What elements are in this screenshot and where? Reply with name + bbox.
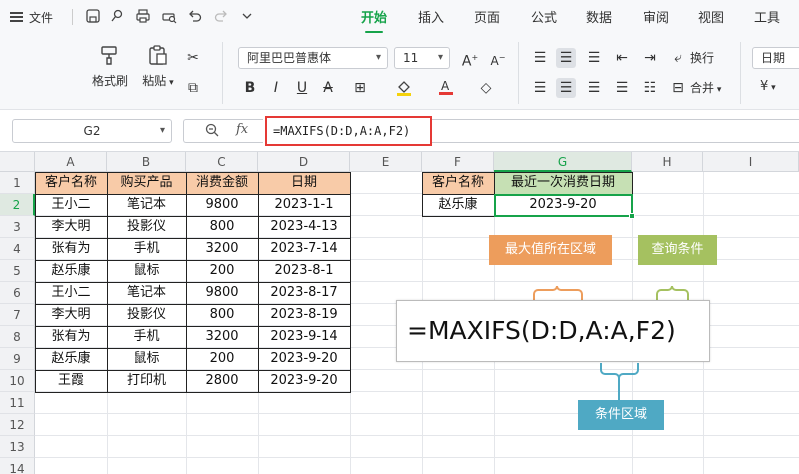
- print-preview-icon[interactable]: [160, 8, 178, 26]
- tab-formulas[interactable]: 公式: [531, 7, 557, 29]
- name-box-value: G2: [83, 124, 101, 138]
- indent-increase-icon[interactable]: ⇥: [640, 48, 660, 68]
- align-right-icon[interactable]: ☰: [584, 78, 604, 98]
- ribbon-divider: [222, 42, 223, 104]
- chevron-down-icon: ▾: [159, 125, 165, 136]
- borders-icon[interactable]: ⊞: [350, 78, 370, 98]
- criteria-callout: 查询条件: [638, 235, 717, 265]
- currency-button[interactable]: ¥ ▾: [760, 79, 776, 94]
- chevron-down-icon: ▾: [714, 85, 722, 95]
- tab-review[interactable]: 审阅: [643, 7, 669, 29]
- font-color-icon[interactable]: A: [436, 78, 456, 98]
- cut-icon[interactable]: ✂: [183, 48, 203, 68]
- file-menu-label: 文件: [29, 10, 54, 25]
- print-icon[interactable]: [134, 8, 152, 26]
- max-range-callout: 最大值所在区域: [489, 235, 612, 265]
- tab-data[interactable]: 数据: [586, 7, 612, 29]
- strikethrough-icon[interactable]: A: [318, 78, 338, 98]
- number-format-value: 日期: [761, 51, 786, 65]
- fx-icon[interactable]: fx: [236, 122, 248, 137]
- tab-home[interactable]: 开始: [361, 7, 387, 33]
- max-range-bracket: [533, 285, 583, 301]
- align-left-icon[interactable]: ☰: [530, 78, 550, 98]
- paste-button[interactable]: 粘贴 ▾: [138, 44, 178, 89]
- formula-bar: G2 ▾ fx =MAXIFS(D:D,A:A,F2): [0, 110, 799, 152]
- align-bottom-icon[interactable]: ☰: [584, 48, 604, 68]
- tab-insert[interactable]: 插入: [418, 7, 444, 29]
- font-size-select[interactable]: 11 ▾: [394, 47, 450, 69]
- chevron-down-icon: ▾: [768, 83, 776, 93]
- function-tools: fx: [183, 119, 263, 143]
- indent-decrease-icon[interactable]: ⇤: [612, 48, 632, 68]
- number-format-select[interactable]: 日期: [752, 47, 799, 69]
- menu-divider: [72, 9, 73, 25]
- wrap-text-icon[interactable]: ⤶: [668, 48, 688, 68]
- chevron-down-icon: ▾: [375, 52, 381, 63]
- font-name-value: 阿里巴巴普惠体: [247, 51, 332, 65]
- hamburger-icon: [10, 12, 23, 22]
- menu-bar: 文件 开始 插入 页面 公式 数据 审阅 视图 工具: [0, 0, 799, 34]
- annotation-formula: =MAXIFS(D:D,A:A,F2): [396, 300, 710, 362]
- more-icon[interactable]: [238, 8, 256, 26]
- wrap-text-label[interactable]: 换行: [690, 49, 714, 66]
- paste-label: 粘贴: [142, 74, 167, 88]
- redo-icon[interactable]: [212, 8, 230, 26]
- increase-font-icon[interactable]: A+: [460, 48, 480, 70]
- format-painter-icon: [101, 46, 117, 65]
- font-name-select[interactable]: 阿里巴巴普惠体 ▾: [238, 47, 388, 69]
- format-painter-label: 格式刷: [91, 74, 128, 88]
- eraser-icon[interactable]: ◇: [476, 78, 496, 98]
- merge-cells-button[interactable]: 合并 ▾: [690, 79, 721, 96]
- align-center-icon[interactable]: ☰: [556, 78, 576, 98]
- ribbon-divider: [518, 42, 519, 104]
- criteria-range-callout: 条件区域: [578, 400, 664, 430]
- merge-cells-icon[interactable]: ⊟: [668, 78, 688, 98]
- tab-page[interactable]: 页面: [474, 7, 500, 29]
- underline-icon[interactable]: U: [292, 78, 312, 98]
- chevron-down-icon: ▾: [437, 52, 443, 63]
- formula-input-extension[interactable]: [432, 119, 799, 143]
- criteria-bracket: [656, 285, 689, 301]
- spreadsheet-app: 文件 开始 插入 页面 公式 数据 审阅 视图 工具 格式刷 粘贴 ▾ ✂ ⧉ …: [0, 0, 799, 474]
- align-top-icon[interactable]: ☰: [530, 48, 550, 68]
- paste-chevron-icon[interactable]: ▾: [166, 78, 174, 88]
- tab-tools[interactable]: 工具: [754, 7, 780, 29]
- format-painter-button[interactable]: 格式刷: [90, 44, 130, 89]
- copy-icon[interactable]: ⧉: [183, 78, 203, 98]
- file-menu[interactable]: 文件: [10, 7, 53, 27]
- merge-cells-label: 合并: [690, 81, 715, 95]
- paste-icon: [149, 45, 167, 65]
- decrease-font-icon[interactable]: A−: [488, 48, 508, 68]
- fill-color-icon[interactable]: [394, 78, 414, 98]
- distributed-icon[interactable]: ☷: [640, 78, 660, 98]
- undo-icon[interactable]: [186, 8, 204, 26]
- criteria-range-bracket: [600, 363, 639, 379]
- tab-view[interactable]: 视图: [698, 7, 724, 29]
- pin-icon[interactable]: [108, 8, 126, 26]
- save-icon[interactable]: [84, 8, 102, 26]
- zoom-icon[interactable]: [204, 122, 220, 142]
- justify-icon[interactable]: ☰: [612, 78, 632, 98]
- font-size-value: 11: [403, 51, 419, 65]
- italic-icon[interactable]: I: [266, 78, 286, 98]
- formula-input[interactable]: =MAXIFS(D:D,A:A,F2): [265, 116, 432, 146]
- align-middle-icon[interactable]: ☰: [556, 48, 576, 68]
- name-box[interactable]: G2 ▾: [12, 119, 172, 143]
- svg-text:A: A: [441, 79, 450, 93]
- ribbon-divider: [740, 42, 741, 104]
- ribbon-toolbar: 格式刷 粘贴 ▾ ✂ ⧉ 阿里巴巴普惠体 ▾ 11 ▾ A+ A− B I U …: [0, 34, 799, 110]
- bold-icon[interactable]: B: [240, 78, 260, 98]
